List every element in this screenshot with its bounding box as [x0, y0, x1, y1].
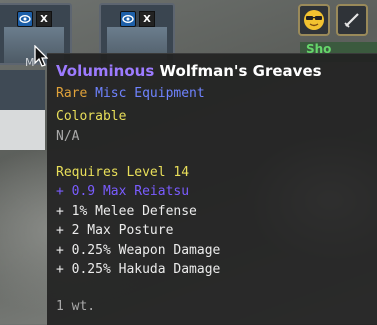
stat-line: + 2 Max Posture [56, 223, 174, 238]
colorable-label: Colorable [56, 109, 127, 124]
item-rarity: Rare [56, 86, 88, 101]
eye-icon[interactable] [120, 11, 136, 27]
background-blur [0, 70, 45, 110]
close-icon[interactable]: X [139, 11, 155, 27]
stat-line: + 1% Melee Defense [56, 204, 197, 219]
sunglasses-emoji-button[interactable] [298, 4, 330, 36]
level-requirement: Requires Level 14 [56, 165, 190, 180]
item-title: Voluminous Wolfman's Greaves [56, 62, 322, 81]
item-tooltip: Voluminous Wolfman's Greaves Rare Misc E… [47, 53, 377, 325]
stat-line: + 0.25% Hakuda Damage [56, 262, 221, 277]
colorable-value: N/A [56, 129, 80, 144]
mouse-cursor-icon [34, 45, 48, 67]
item-quality: Voluminous [56, 62, 155, 80]
sword-button[interactable] [336, 4, 368, 36]
stat-line: + 0.25% Weapon Damage [56, 243, 221, 258]
sword-icon [344, 13, 359, 28]
close-icon[interactable]: X [36, 11, 52, 27]
item-name: Wolfman's Greaves [159, 62, 322, 80]
eye-icon[interactable] [17, 11, 33, 27]
item-category: Misc Equipment [95, 86, 205, 101]
item-weight: 1 wt. [56, 299, 96, 314]
background-blur [0, 110, 45, 150]
sunglasses-emoji-icon [304, 10, 324, 30]
item-rarity-line: Rare Misc Equipment [56, 84, 205, 103]
stat-line: + 0.9 Max Reiatsu [56, 184, 190, 199]
